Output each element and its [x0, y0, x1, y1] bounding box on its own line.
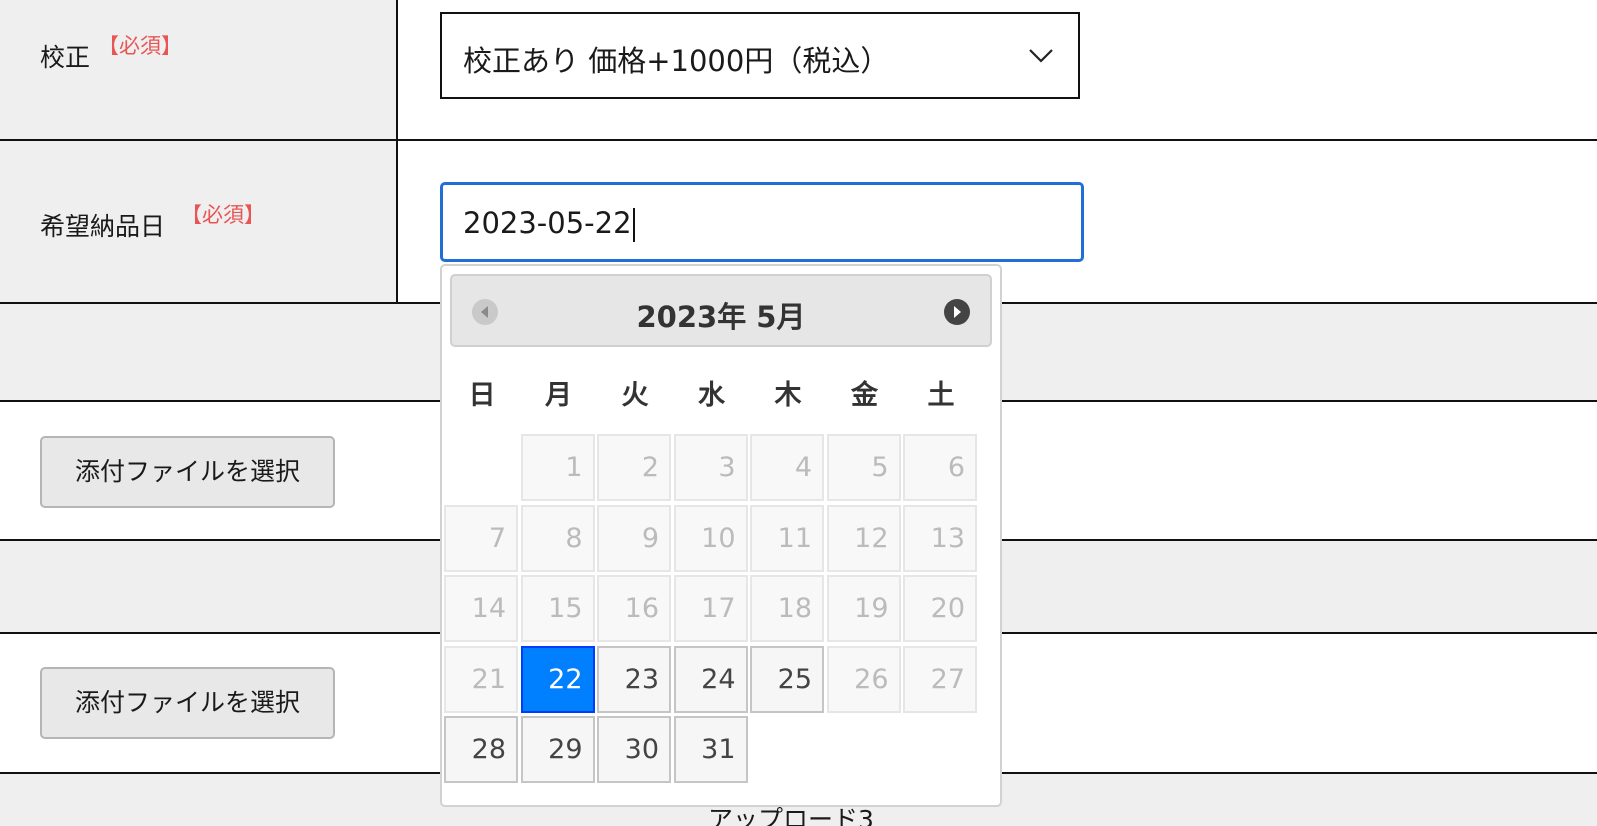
datepicker-day: 10 — [673, 504, 748, 572]
datepicker-day: 20 — [903, 575, 977, 642]
datepicker-day: 8 — [520, 504, 595, 572]
delivery-date-label-cell: 希望納品日 【必須】 — [0, 141, 398, 302]
datepicker-day: 6 — [903, 434, 977, 501]
chevron-down-icon — [1028, 42, 1054, 68]
datepicker-day: 15 — [520, 575, 595, 642]
datepicker-day: 9 — [597, 504, 671, 572]
datepicker-weekday: 月 — [545, 380, 572, 411]
proof-select[interactable]: 校正あり 価格+1000円（税込） — [440, 12, 1080, 99]
attach-file-button-1[interactable]: 添付ファイルを選択 — [40, 436, 335, 508]
datepicker-day: 13 — [903, 504, 977, 572]
delivery-date-value: 2023-05-22 — [463, 206, 635, 242]
proof-label-cell: 校正 【必須】 — [0, 0, 398, 139]
datepicker-weekday: 金 — [851, 380, 878, 411]
datepicker-day[interactable]: 30 — [597, 716, 671, 783]
datepicker-day: 5 — [826, 434, 901, 501]
datepicker-title: 2023年 5月 — [636, 300, 806, 334]
datepicker-day: 7 — [444, 504, 518, 572]
datepicker-day: 3 — [673, 434, 748, 501]
datepicker-weekday: 日 — [468, 380, 496, 411]
proof-label: 校正 — [40, 43, 91, 72]
proof-row: 校正 【必須】 校正あり 価格+1000円（税込） — [0, 0, 1597, 141]
datepicker-day: 12 — [826, 504, 901, 572]
delivery-date-label: 希望納品日 — [40, 212, 166, 241]
datepicker-day[interactable]: 31 — [673, 716, 748, 783]
datepicker-day: 21 — [444, 645, 518, 713]
delivery-date-required-badge: 【必須】 — [181, 203, 265, 227]
datepicker-header: 2023年 5月 — [450, 274, 992, 347]
datepicker-weekday: 木 — [774, 380, 802, 411]
attach-file-button-2[interactable]: 添付ファイルを選択 — [40, 667, 335, 739]
datepicker-day[interactable]: 29 — [520, 716, 595, 783]
datepicker-day[interactable]: 28 — [444, 716, 518, 783]
datepicker-day: 26 — [826, 645, 901, 713]
datepicker-weekday: 水 — [698, 380, 725, 411]
datepicker-day: 27 — [903, 645, 977, 713]
datepicker-popup: 2023年 5月 日月火水木金土 1 2 3 4 5 6 7 8 9 10 11 12 13 14 15 16… — [440, 264, 1002, 807]
circle-triangle-right-icon[interactable] — [944, 299, 970, 325]
datepicker-day: 2 — [597, 434, 671, 501]
datepicker-day: 4 — [750, 434, 824, 501]
datepicker-day-selected[interactable]: 22 — [520, 645, 595, 713]
datepicker-day: 14 — [444, 575, 518, 642]
proof-select-value: 校正あり 価格+1000円（税込） — [463, 44, 890, 78]
datepicker-day[interactable]: 25 — [750, 645, 824, 713]
datepicker-day: 19 — [826, 575, 901, 642]
delivery-date-input[interactable]: 2023-05-22 — [440, 182, 1084, 262]
datepicker-day: 1 — [520, 434, 595, 501]
datepicker-weekday: 火 — [621, 380, 649, 411]
datepicker-day[interactable]: 24 — [673, 645, 748, 713]
datepicker-day: 11 — [750, 504, 824, 572]
datepicker-day[interactable]: 23 — [597, 645, 671, 713]
proof-required-badge: 【必須】 — [98, 34, 182, 58]
datepicker-day: 18 — [750, 575, 824, 642]
datepicker-day: 16 — [597, 575, 671, 642]
datepicker-day: 17 — [673, 575, 748, 642]
text-caret — [632, 208, 635, 242]
datepicker-weekday: 土 — [927, 380, 955, 411]
